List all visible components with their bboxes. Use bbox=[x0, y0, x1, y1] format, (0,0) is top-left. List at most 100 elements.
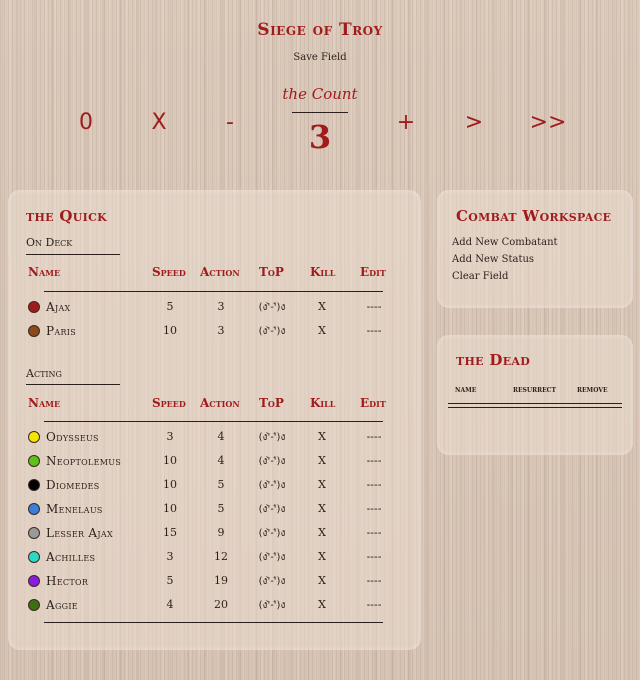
count-clear-button[interactable]: X bbox=[139, 110, 179, 135]
combatant-color-dot bbox=[28, 479, 40, 491]
quick-title: the Quick bbox=[26, 207, 108, 225]
combatant-color-dot bbox=[28, 551, 40, 563]
kill-button[interactable]: X bbox=[314, 430, 330, 443]
on-deck-underline bbox=[26, 254, 120, 255]
edit-button[interactable]: ---- bbox=[362, 526, 386, 539]
combatant-row: Ajax 5 3 (ง'̀-'́)ง X ---- bbox=[26, 298, 406, 318]
combatant-speed: 5 bbox=[166, 300, 174, 313]
edit-button[interactable]: ---- bbox=[362, 598, 386, 611]
top-button[interactable]: (ง'̀-'́)ง bbox=[252, 574, 292, 589]
combatant-row: Paris 10 3 (ง'̀-'́)ง X ---- bbox=[26, 322, 406, 342]
top-button[interactable]: (ง'̀-'́)ง bbox=[252, 550, 292, 565]
count-skip-button[interactable]: >> bbox=[528, 110, 568, 135]
combatant-color-dot bbox=[28, 301, 40, 313]
top-button[interactable]: (ง'̀-'́)ง bbox=[252, 502, 292, 517]
combatant-action: 12 bbox=[214, 550, 228, 563]
top-button[interactable]: (ง'̀-'́)ง bbox=[252, 478, 292, 493]
col-kill-header: Kill bbox=[310, 265, 336, 279]
count-reset-button[interactable]: 0 bbox=[66, 110, 106, 135]
col-edit-header: Edit bbox=[360, 396, 386, 410]
combatant-row: Diomedes 10 5 (ง'̀-'́)ง X ---- bbox=[26, 476, 406, 496]
col-speed-header: Speed bbox=[152, 265, 186, 279]
kill-button[interactable]: X bbox=[314, 598, 330, 611]
count-label: the Count bbox=[282, 85, 358, 103]
on-deck-header-line bbox=[44, 291, 383, 292]
kill-button[interactable]: X bbox=[314, 454, 330, 467]
combatant-row: Menelaus 10 5 (ง'̀-'́)ง X ---- bbox=[26, 500, 406, 520]
col-top-header: ToP bbox=[259, 265, 284, 279]
edit-button[interactable]: ---- bbox=[362, 550, 386, 563]
top-button[interactable]: (ง'̀-'́)ง bbox=[252, 454, 292, 469]
edit-button[interactable]: ---- bbox=[362, 430, 386, 443]
top-button[interactable]: (ง'̀-'́)ง bbox=[252, 430, 292, 445]
count-decrement-button[interactable]: - bbox=[210, 110, 250, 135]
combatant-action: 5 bbox=[217, 502, 225, 515]
top-button[interactable]: (ง'̀-'́)ง bbox=[252, 324, 292, 339]
edit-button[interactable]: ---- bbox=[362, 454, 386, 467]
dead-title: the Dead bbox=[456, 351, 531, 369]
count-next-button[interactable]: > bbox=[454, 110, 494, 135]
add-combatant-link[interactable]: Add New Combatant bbox=[452, 237, 558, 248]
combatant-speed: 5 bbox=[166, 574, 174, 587]
dead-col-remove: remove bbox=[577, 385, 608, 395]
kill-button[interactable]: X bbox=[314, 550, 330, 563]
combatant-color-dot bbox=[28, 431, 40, 443]
combatant-name: Neoptolemus bbox=[46, 454, 122, 468]
combatant-name: Hector bbox=[46, 574, 89, 588]
combatant-name: Paris bbox=[46, 324, 77, 338]
on-deck-label: On Deck bbox=[26, 236, 73, 249]
acting-underline bbox=[26, 384, 120, 385]
col-speed-header: Speed bbox=[152, 396, 186, 410]
combatant-name: Ajax bbox=[46, 300, 71, 314]
count-increment-button[interactable]: + bbox=[386, 110, 426, 135]
combatant-row: Lesser Ajax 15 9 (ง'̀-'́)ง X ---- bbox=[26, 524, 406, 544]
acting-header-line bbox=[44, 421, 383, 422]
acting-label: Acting bbox=[26, 367, 62, 380]
save-field-link[interactable]: Save Field bbox=[0, 52, 640, 63]
top-button[interactable]: (ง'̀-'́)ง bbox=[252, 526, 292, 541]
acting-footer-line bbox=[44, 622, 383, 623]
edit-button[interactable]: ---- bbox=[362, 324, 386, 337]
add-status-link[interactable]: Add New Status bbox=[452, 254, 534, 265]
kill-button[interactable]: X bbox=[314, 502, 330, 515]
edit-button[interactable]: ---- bbox=[362, 502, 386, 515]
combatant-action: 4 bbox=[217, 430, 225, 443]
combatant-row: Achilles 3 12 (ง'̀-'́)ง X ---- bbox=[26, 548, 406, 568]
combatant-speed: 10 bbox=[163, 324, 177, 337]
combatant-color-dot bbox=[28, 503, 40, 515]
clear-field-link[interactable]: Clear Field bbox=[452, 271, 508, 282]
col-action-header: Action bbox=[200, 265, 240, 279]
combatant-name: Achilles bbox=[46, 550, 96, 564]
kill-button[interactable]: X bbox=[314, 574, 330, 587]
combatant-name: Lesser Ajax bbox=[46, 526, 113, 540]
combatant-name: Odysseus bbox=[46, 430, 99, 444]
edit-button[interactable]: ---- bbox=[362, 574, 386, 587]
combatant-color-dot bbox=[28, 455, 40, 467]
col-name-header: Name bbox=[28, 396, 61, 410]
edit-button[interactable]: ---- bbox=[362, 300, 386, 313]
combatant-action: 4 bbox=[217, 454, 225, 467]
combatant-action: 5 bbox=[217, 478, 225, 491]
combatant-row: Neoptolemus 10 4 (ง'̀-'́)ง X ---- bbox=[26, 452, 406, 472]
kill-button[interactable]: X bbox=[314, 478, 330, 491]
kill-button[interactable]: X bbox=[314, 324, 330, 337]
top-button[interactable]: (ง'̀-'́)ง bbox=[252, 598, 292, 613]
dead-col-name: name bbox=[455, 385, 477, 395]
count-value: 3 bbox=[308, 118, 332, 156]
kill-button[interactable]: X bbox=[314, 526, 330, 539]
col-edit-header: Edit bbox=[360, 265, 386, 279]
top-button[interactable]: (ง'̀-'́)ง bbox=[252, 300, 292, 315]
combatant-speed: 4 bbox=[166, 598, 174, 611]
combatant-color-dot bbox=[28, 575, 40, 587]
combatant-name: Diomedes bbox=[46, 478, 100, 492]
combatant-color-dot bbox=[28, 325, 40, 337]
combatant-row: Aggie 4 20 (ง'̀-'́)ง X ---- bbox=[26, 596, 406, 616]
combatant-name: Menelaus bbox=[46, 502, 103, 516]
combatant-action: 3 bbox=[217, 300, 225, 313]
kill-button[interactable]: X bbox=[314, 300, 330, 313]
combatant-speed: 10 bbox=[163, 478, 177, 491]
combatant-speed: 3 bbox=[166, 430, 174, 443]
combatant-speed: 15 bbox=[163, 526, 177, 539]
combatant-name: Aggie bbox=[46, 598, 78, 612]
edit-button[interactable]: ---- bbox=[362, 478, 386, 491]
